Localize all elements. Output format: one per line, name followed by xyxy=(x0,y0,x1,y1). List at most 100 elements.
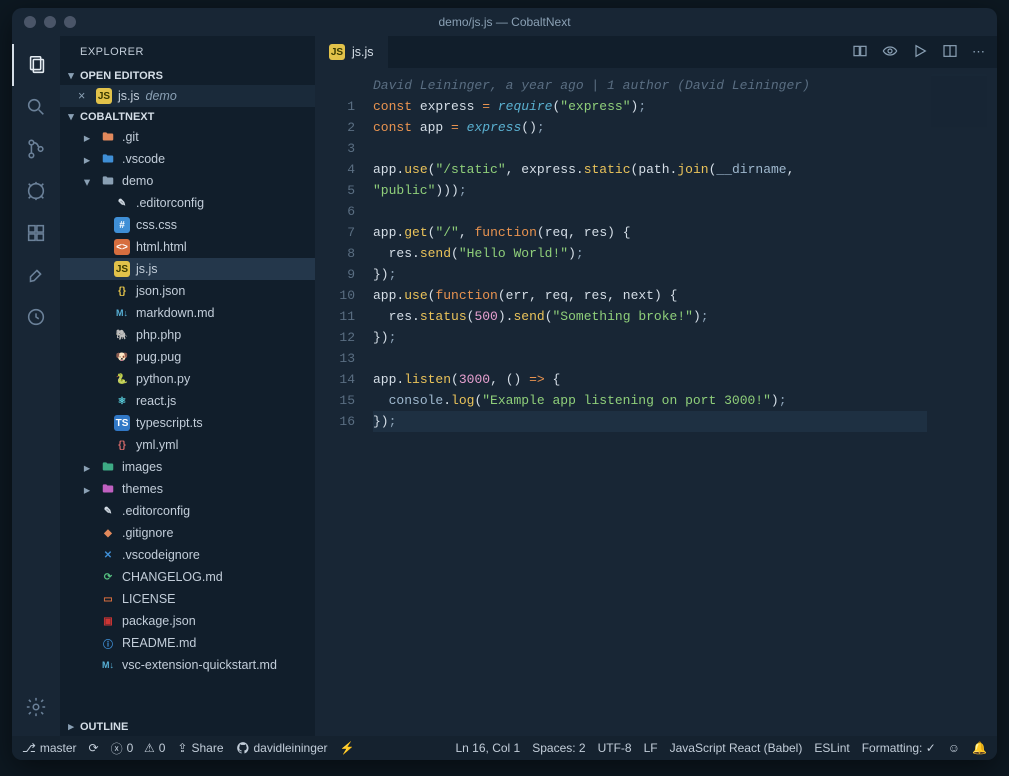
line-gutter: 12345678910111213141516 xyxy=(315,68,373,736)
tab-bar: JS js.js ⋯ xyxy=(315,36,997,68)
tree-file[interactable]: 🐶pug.pug xyxy=(60,346,315,368)
sync-status[interactable]: ⟳ xyxy=(89,741,99,755)
tree-item-label: .vscode xyxy=(122,152,165,166)
chevron-icon: ▸ xyxy=(80,152,94,167)
tree-file[interactable]: ▣package.json xyxy=(60,610,315,632)
gitignore-icon: ◆ xyxy=(100,525,116,541)
minimap[interactable] xyxy=(931,74,987,154)
tree-item-label: typescript.ts xyxy=(136,416,203,430)
search-activity-icon[interactable] xyxy=(12,86,60,128)
json-icon: {} xyxy=(114,283,130,299)
lightning-status[interactable]: ⚡ xyxy=(340,741,355,755)
close-icon[interactable]: × xyxy=(78,89,90,103)
react-icon: ⚛ xyxy=(114,393,130,409)
minimize-window-button[interactable] xyxy=(44,16,56,28)
readme-icon: ⓘ xyxy=(100,635,116,651)
open-editor-item[interactable]: × JS js.js demo xyxy=(60,85,315,107)
close-window-button[interactable] xyxy=(24,16,36,28)
run-icon[interactable] xyxy=(912,43,928,62)
tree-file[interactable]: 🐍python.py xyxy=(60,368,315,390)
tree-item-label: vsc-extension-quickstart.md xyxy=(122,658,277,672)
tree-file[interactable]: ▭LICENSE xyxy=(60,588,315,610)
tree-file[interactable]: ✎.editorconfig xyxy=(60,500,315,522)
chevron-icon: ▾ xyxy=(80,174,94,189)
source-control-activity-icon[interactable] xyxy=(12,128,60,170)
tree-item-label: images xyxy=(122,460,162,474)
explorer-activity-icon[interactable] xyxy=(12,44,60,86)
chevron-icon: ▸ xyxy=(80,482,94,497)
cursor-position-status[interactable]: Ln 16, Col 1 xyxy=(456,741,521,755)
git-branch-status[interactable]: ⎇ master xyxy=(22,741,77,755)
tree-file[interactable]: TStypescript.ts xyxy=(60,412,315,434)
tree-item-label: html.html xyxy=(136,240,187,254)
tree-file[interactable]: <>html.html xyxy=(60,236,315,258)
tree-item-label: json.json xyxy=(136,284,185,298)
tree-file[interactable]: JSjs.js xyxy=(60,258,315,280)
changelog-icon: ⟳ xyxy=(100,569,116,585)
tree-file[interactable]: ✕.vscodeignore xyxy=(60,544,315,566)
more-actions-icon[interactable]: ⋯ xyxy=(972,44,985,60)
tree-file[interactable]: ✎.editorconfig xyxy=(60,192,315,214)
language-mode-status[interactable]: JavaScript React (Babel) xyxy=(670,741,803,755)
tree-item-label: php.php xyxy=(136,328,181,342)
compare-changes-icon[interactable] xyxy=(852,43,868,62)
activity-bar xyxy=(12,36,60,736)
tree-item-label: .git xyxy=(122,130,139,144)
split-editor-icon[interactable] xyxy=(942,43,958,62)
tree-item-label: .editorconfig xyxy=(122,504,190,518)
tree-folder[interactable]: ▾ demo xyxy=(60,170,315,192)
php-icon: 🐘 xyxy=(114,327,130,343)
tree-item-label: .vscodeignore xyxy=(122,548,200,562)
editorconfig-icon: ✎ xyxy=(114,195,130,211)
live-share-activity-icon[interactable] xyxy=(12,254,60,296)
live-share-status[interactable]: ⇪ Share xyxy=(177,741,223,755)
tree-file[interactable]: ◆.gitignore xyxy=(60,522,315,544)
outline-header[interactable]: ▸ OUTLINE xyxy=(60,717,315,736)
tab-js[interactable]: JS js.js xyxy=(315,36,388,68)
zoom-window-button[interactable] xyxy=(64,16,76,28)
code-content[interactable]: David Leininger, a year ago | 1 author (… xyxy=(373,68,997,736)
tree-file[interactable]: {} json.json xyxy=(60,280,315,302)
debug-activity-icon[interactable] xyxy=(12,170,60,212)
tree-folder[interactable]: ▸themes xyxy=(60,478,315,500)
js-file-icon: JS xyxy=(329,44,345,60)
notifications-icon[interactable]: 🔔 xyxy=(972,741,987,755)
tree-folder[interactable]: ▸images xyxy=(60,456,315,478)
md-icon: M↓ xyxy=(100,657,116,673)
code-editor[interactable]: 12345678910111213141516 David Leininger,… xyxy=(315,68,997,736)
encoding-status[interactable]: UTF-8 xyxy=(598,741,632,755)
tree-folder[interactable]: ▸.git xyxy=(60,126,315,148)
formatting-status[interactable]: Formatting: ✓ xyxy=(862,741,936,755)
open-editors-header[interactable]: ▾ OPEN EDITORS xyxy=(60,66,315,85)
tree-file[interactable]: ⟳ CHANGELOG.md xyxy=(60,566,315,588)
tree-item-label: package.json xyxy=(122,614,196,628)
github-status[interactable]: davidleininger xyxy=(236,741,328,755)
tree-file[interactable]: M↓markdown.md xyxy=(60,302,315,324)
indentation-status[interactable]: Spaces: 2 xyxy=(532,741,585,755)
tree-item-label: CHANGELOG.md xyxy=(122,570,223,584)
folder-demo-icon xyxy=(100,173,116,189)
tree-item-label: demo xyxy=(122,174,153,188)
tree-file[interactable]: ⓘREADME.md xyxy=(60,632,315,654)
git-blame-annotation: David Leininger, a year ago | 1 author (… xyxy=(373,75,997,96)
eslint-status[interactable]: ESLint xyxy=(814,741,849,755)
tree-file[interactable]: #css.css xyxy=(60,214,315,236)
git-graph-activity-icon[interactable] xyxy=(12,296,60,338)
tree-file[interactable]: ⚛react.js xyxy=(60,390,315,412)
problems-status[interactable]: ⓧ 0 ⚠ 0 xyxy=(111,740,166,757)
extensions-activity-icon[interactable] xyxy=(12,212,60,254)
explorer-title: EXPLORER xyxy=(60,36,315,66)
tree-folder[interactable]: ▸ .vscode xyxy=(60,148,315,170)
preview-icon[interactable] xyxy=(882,43,898,62)
workspace-header[interactable]: ▾ COBALTNEXT xyxy=(60,107,315,126)
folder-themes-icon xyxy=(100,481,116,497)
tree-file[interactable]: M↓ vsc-extension-quickstart.md xyxy=(60,654,315,676)
eol-status[interactable]: LF xyxy=(644,741,658,755)
feedback-icon[interactable]: ☺ xyxy=(948,741,960,755)
tree-file[interactable]: {}yml.yml xyxy=(60,434,315,456)
folder-vscode-icon xyxy=(100,151,116,167)
tree-file[interactable]: 🐘 php.php xyxy=(60,324,315,346)
settings-gear-icon[interactable] xyxy=(12,686,60,728)
js-file-icon: JS xyxy=(96,88,112,104)
tree-item-label: css.css xyxy=(136,218,177,232)
